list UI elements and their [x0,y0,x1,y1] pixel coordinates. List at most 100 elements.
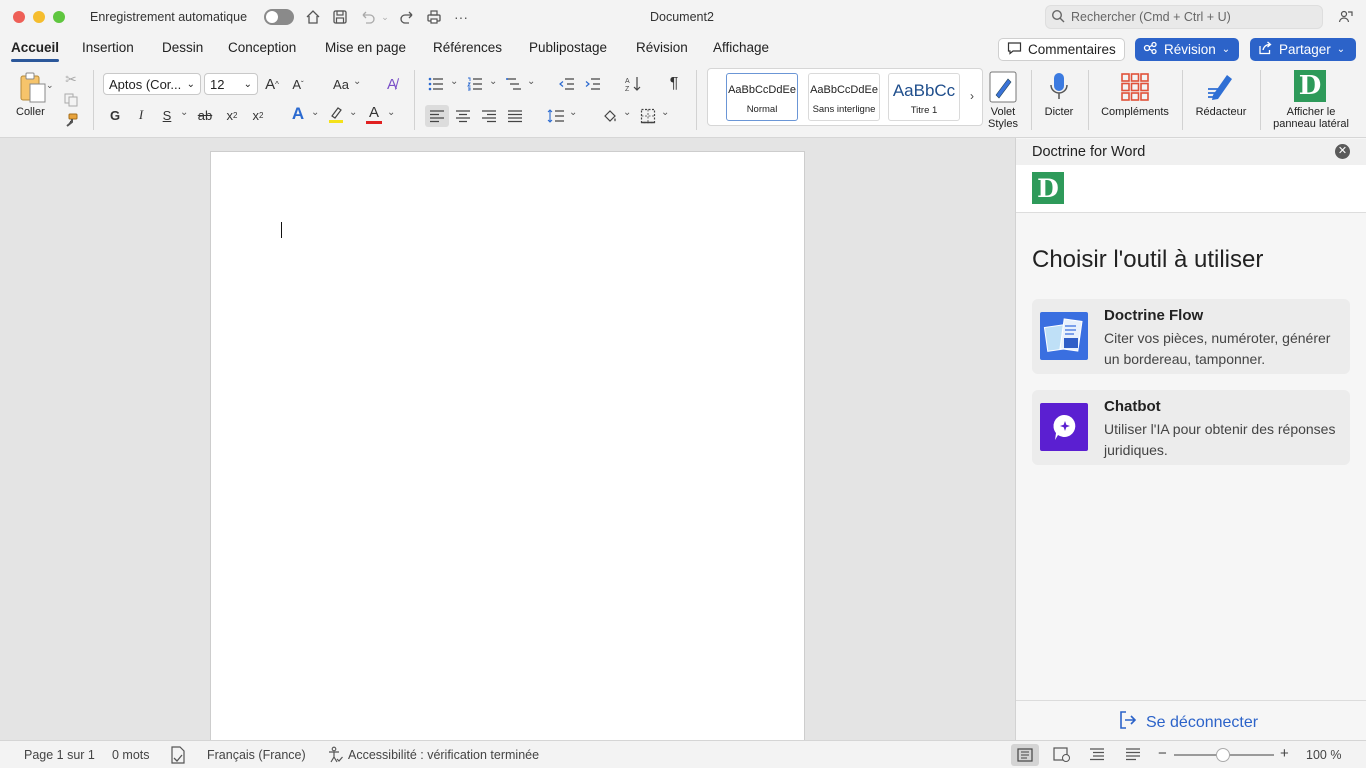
logout-button[interactable]: Se déconnecter [1118,710,1258,735]
home-icon[interactable] [303,7,323,27]
tab-insertion[interactable]: Insertion [82,40,134,55]
tab-affichage[interactable]: Affichage [713,40,769,55]
accessibility-icon[interactable] [327,746,343,768]
change-case-button[interactable]: Aa [330,74,352,94]
shading-icon[interactable] [600,106,620,126]
zoom-out-button[interactable]: − [1158,745,1167,762]
increase-indent-icon[interactable] [583,74,603,94]
tab-conception[interactable]: Conception [228,40,296,55]
chevron-down-icon[interactable]: ⌄ [311,107,319,118]
style-normal[interactable]: AaBbCcDdEe Normal [726,73,798,121]
more-icon[interactable]: ··· [451,7,471,27]
chevron-down-icon[interactable]: ⌄ [180,107,188,118]
editor-icon[interactable] [1204,70,1238,104]
proofing-icon[interactable] [170,746,186,768]
tab-dessin[interactable]: Dessin [162,40,203,55]
chevron-down-icon[interactable]: ⌄ [349,107,357,118]
multilevel-list-icon[interactable] [504,74,524,94]
tab-mise-en-page[interactable]: Mise en page [325,40,406,55]
share-people-icon[interactable] [1336,7,1356,27]
tab-revision[interactable]: Révision [636,40,688,55]
print-icon[interactable] [424,7,444,27]
copy-icon[interactable] [62,91,80,109]
italic-button[interactable]: I [131,105,151,125]
addins-icon[interactable] [1118,70,1152,104]
redo-icon[interactable] [397,7,417,27]
zoom-slider-thumb[interactable] [1216,748,1230,762]
chevron-down-icon[interactable]: ⌄ [450,76,458,87]
sort-icon[interactable]: AZ [623,74,643,94]
save-icon[interactable] [330,7,350,27]
close-icon[interactable]: ✕ [1335,144,1350,159]
outline-view-icon[interactable] [1089,747,1105,766]
web-layout-view-icon[interactable] [1053,747,1071,768]
page-count[interactable]: Page 1 sur 1 [24,748,95,762]
draft-view-icon[interactable] [1125,747,1141,766]
document-page[interactable] [210,151,805,741]
search-field[interactable]: Rechercher (Cmd + Ctrl + U) [1045,5,1323,29]
style-sans-interligne-name: Sans interligne [812,104,876,115]
title-bar: Enregistrement automatique ⌄ ··· Documen… [0,0,1366,34]
justify-icon[interactable] [505,106,525,126]
font-name-dropdown[interactable]: Aptos (Cor... ⌄ [103,73,201,95]
review-button[interactable]: Révision ⌄ [1135,38,1239,61]
accessibility-status[interactable]: Accessibilité : vérification terminée [348,748,539,762]
tab-references[interactable]: Références [433,40,502,55]
tool-card-doctrine-flow[interactable]: Doctrine Flow Citer vos pièces, numérote… [1032,299,1350,374]
tool-card-chatbot[interactable]: Chatbot Utiliser l'IA pour obtenir des r… [1032,390,1350,465]
zoom-window-button[interactable] [53,11,65,23]
font-color-button[interactable]: A [364,102,384,126]
styles-next-icon[interactable]: › [970,89,974,103]
bold-button[interactable]: G [105,105,125,125]
underline-button[interactable]: S [157,105,177,125]
word-count[interactable]: 0 mots [112,748,150,762]
print-layout-view-icon[interactable] [1011,744,1039,766]
bullets-icon[interactable] [426,74,446,94]
superscript-button[interactable]: x2 [248,105,268,125]
clear-formatting-icon[interactable]: A̸ [382,74,402,94]
doctrine-logo: D [1032,172,1064,204]
text-effects-button[interactable]: A [288,104,308,124]
grow-font-button[interactable]: A ^ [262,74,282,94]
autosave-toggle[interactable] [264,9,294,25]
tab-accueil[interactable]: Accueil [11,40,59,55]
chevron-down-icon[interactable]: ⌄ [569,107,577,118]
chevron-down-icon[interactable]: ⌄ [623,107,631,118]
borders-icon[interactable] [638,106,658,126]
comments-button[interactable]: Commentaires [998,38,1125,61]
share-button[interactable]: Partager ⌄ [1250,38,1356,61]
align-left-icon[interactable] [425,105,449,127]
chevron-down-icon[interactable]: ⌄ [661,107,669,118]
format-painter-icon[interactable] [62,112,80,130]
zoom-level[interactable]: 100 % [1306,748,1341,762]
show-formatting-marks-button[interactable]: ¶ [664,74,684,94]
chevron-down-icon[interactable]: ⌄ [387,107,395,118]
shrink-font-button[interactable]: Aˇ [288,74,308,94]
align-right-icon[interactable] [479,106,499,126]
chevron-down-icon[interactable]: ⌄ [353,76,361,87]
subscript-button[interactable]: x2 [222,105,242,125]
microphone-icon[interactable] [1043,70,1075,104]
cut-icon[interactable]: ✂ [62,70,80,88]
undo-dropdown-icon[interactable]: ⌄ [378,7,392,27]
strikethrough-button[interactable]: ab [195,105,215,125]
close-window-button[interactable] [13,11,25,23]
doctrine-logo-icon[interactable]: D [1294,70,1326,102]
styles-pane-icon[interactable] [986,70,1020,104]
font-size-dropdown[interactable]: 12 ⌄ [204,73,258,95]
language[interactable]: Français (France) [207,748,306,762]
undo-icon[interactable] [358,7,378,27]
minimize-window-button[interactable] [33,11,45,23]
zoom-in-button[interactable]: + [1280,745,1289,762]
line-spacing-icon[interactable] [546,106,566,126]
style-titre-1[interactable]: AaBbCc Titre 1 [888,73,960,121]
highlight-icon[interactable] [326,104,346,124]
decrease-indent-icon[interactable] [557,74,577,94]
align-center-icon[interactable] [453,106,473,126]
chevron-down-icon[interactable]: ⌄ [527,76,535,87]
style-sans-interligne[interactable]: AaBbCcDdEe Sans interligne [808,73,880,121]
chevron-down-icon[interactable]: ⌄ [489,76,497,87]
tab-publipostage[interactable]: Publipostage [529,40,607,55]
numbering-icon[interactable] [465,74,485,94]
paste-dropdown-icon[interactable]: ⌄ [46,80,54,91]
